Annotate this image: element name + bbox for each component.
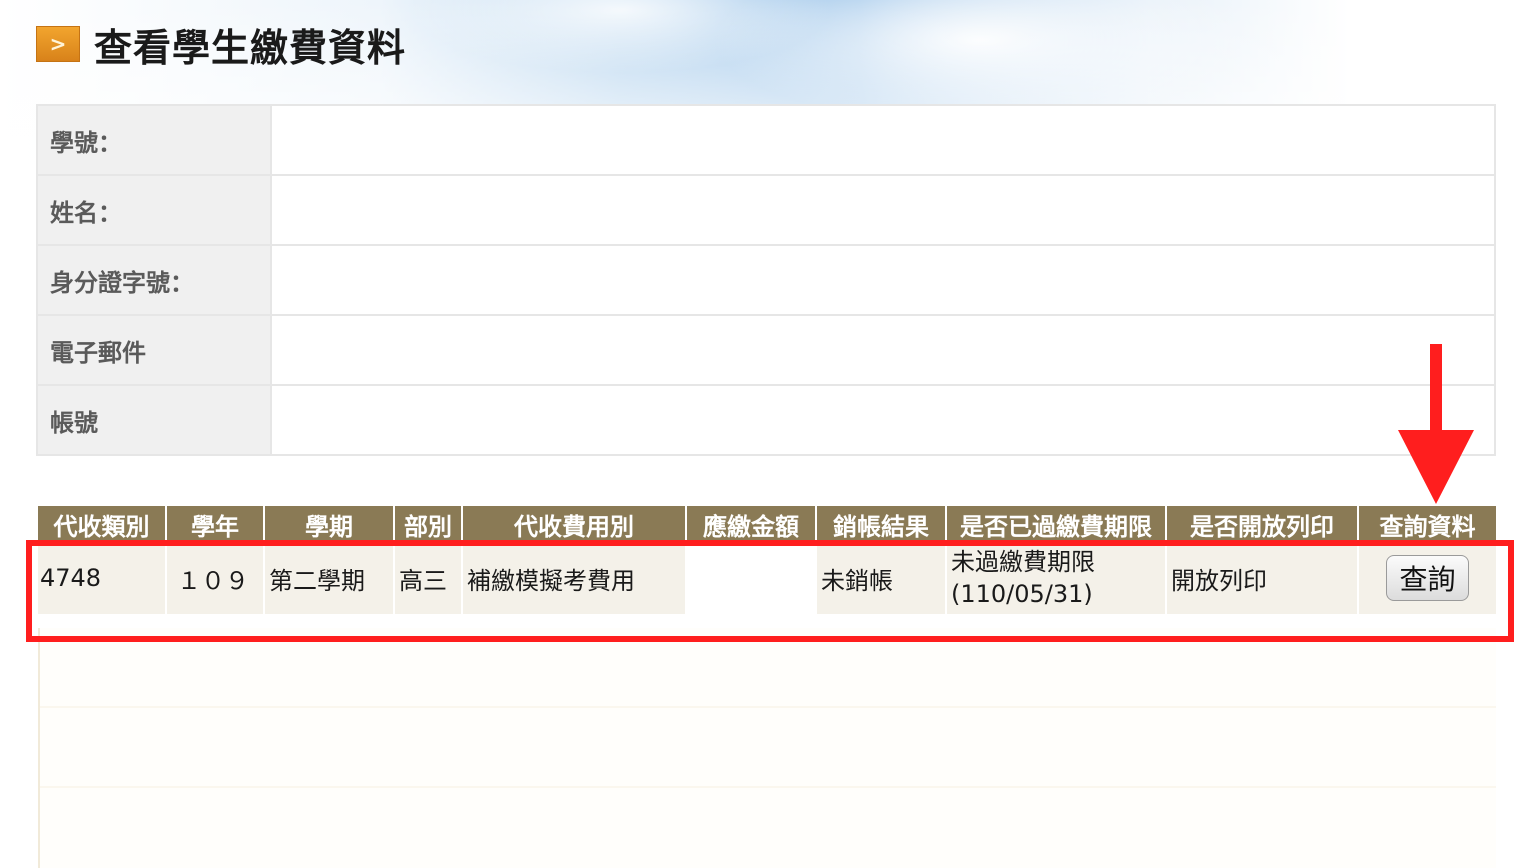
info-label: 學號：	[36, 104, 272, 176]
cell-deadline: 未過繳費期限 (110/05/31)	[945, 542, 1166, 614]
student-id-value	[270, 104, 1496, 176]
column-header-division: 部別	[393, 506, 462, 542]
column-header-year: 學年	[165, 506, 264, 542]
deadline-status: 未過繳費期限	[951, 548, 1095, 576]
info-row-national-id: 身分證字號：	[36, 244, 1496, 316]
info-row-email: 電子郵件	[36, 314, 1496, 386]
cell-fee-type: 補繳模擬考費用	[461, 542, 686, 614]
cell-query: 查詢	[1357, 542, 1496, 614]
info-row-name: 姓名：	[36, 174, 1496, 246]
table-row: 4748 １０９ 第二學期 高三 補繳模擬考費用 未銷帳 未過繳費期限 (110…	[38, 542, 1496, 614]
national-id-value	[270, 244, 1496, 316]
info-label: 姓名：	[36, 174, 272, 246]
cell-result: 未銷帳	[815, 542, 946, 614]
fee-table-header: 代收類別 學年 學期 部別 代收費用別 應繳金額 銷帳結果 是否已過繳費期限 是…	[38, 506, 1496, 542]
name-value	[270, 174, 1496, 246]
column-header-result: 銷帳結果	[815, 506, 946, 542]
fee-table-container: 代收類別 學年 學期 部別 代收費用別 應繳金額 銷帳結果 是否已過繳費期限 是…	[38, 506, 1496, 614]
query-button[interactable]: 查詢	[1386, 555, 1469, 601]
info-label: 身分證字號：	[36, 244, 272, 316]
cell-category: 4748	[38, 542, 166, 614]
cell-print-status: 開放列印	[1165, 542, 1358, 614]
info-label: 電子郵件	[36, 314, 272, 386]
column-header-amount: 應繳金額	[685, 506, 816, 542]
deadline-date: (110/05/31)	[951, 580, 1093, 608]
page-title: 查看學生繳費資料	[94, 25, 407, 70]
cell-division: 高三	[393, 542, 462, 614]
red-arrow-annotation	[1398, 344, 1474, 504]
cell-year: １０９	[165, 542, 264, 614]
column-header-print: 是否開放列印	[1165, 506, 1358, 542]
row-separator	[40, 786, 1496, 788]
info-row-account: 帳號	[36, 384, 1496, 456]
info-row-student-id: 學號：	[36, 104, 1496, 176]
table-empty-area	[38, 628, 1496, 868]
cell-amount	[685, 542, 816, 614]
column-header-semester: 學期	[263, 506, 394, 542]
column-header-fee-type: 代收費用別	[461, 506, 686, 542]
cell-semester: 第二學期	[263, 542, 394, 614]
info-label: 帳號	[36, 384, 272, 456]
column-header-deadline: 是否已過繳費期限	[945, 506, 1166, 542]
account-value	[270, 384, 1496, 456]
column-header-category: 代收類別	[38, 506, 166, 542]
fee-table: 代收類別 學年 學期 部別 代收費用別 應繳金額 銷帳結果 是否已過繳費期限 是…	[38, 506, 1496, 614]
row-separator	[40, 706, 1496, 708]
column-header-query: 查詢資料	[1357, 506, 1496, 542]
email-value	[270, 314, 1496, 386]
student-info-table: 學號： 姓名： 身分證字號： 電子郵件 帳號	[36, 104, 1496, 456]
year-text: １０９	[177, 566, 249, 595]
arrow-bullet-icon: >	[36, 26, 80, 62]
page-header: > 查看學生繳費資料	[36, 20, 406, 70]
